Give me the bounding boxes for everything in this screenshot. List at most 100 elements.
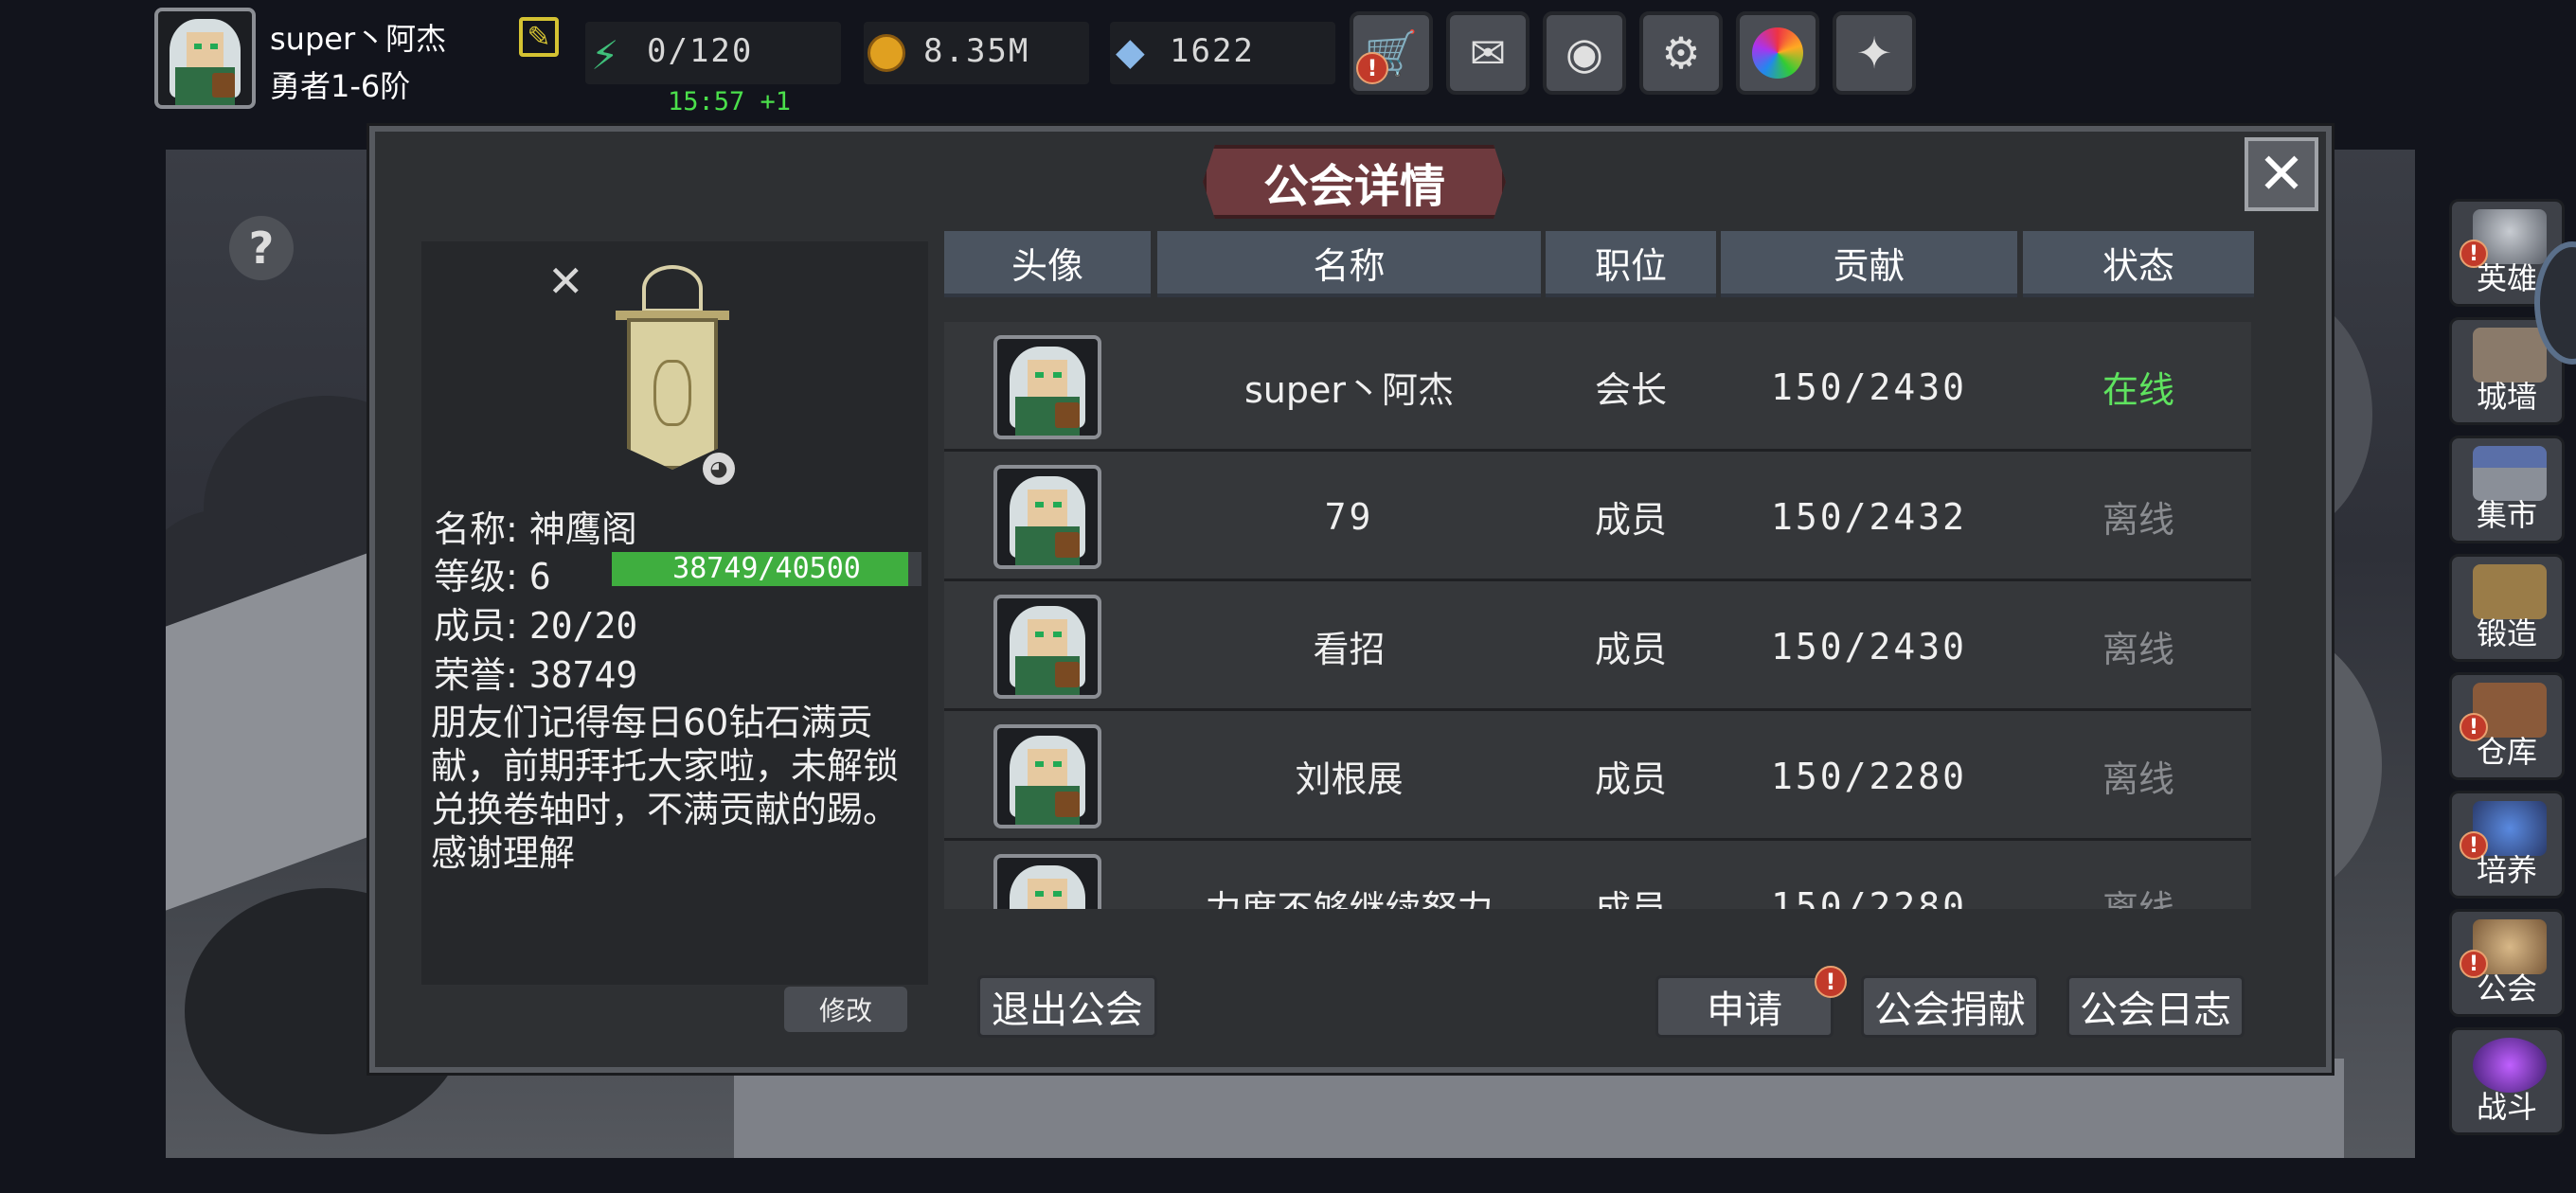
member-row[interactable]: 力度不够继续努力 成员 150/2280 离线	[944, 841, 2251, 909]
player-name: super丶阿杰	[270, 21, 447, 57]
leave-guild-button[interactable]: 退出公会	[977, 975, 1157, 1038]
guild-honor-label: 荣誉:	[434, 654, 518, 696]
edit-notice-button[interactable]: 修改	[784, 987, 907, 1032]
elf-portrait-icon	[997, 858, 1098, 909]
member-row[interactable]: 刘根展 成员 150/2280 离线	[944, 711, 2251, 841]
member-row[interactable]: 79 成员 150/2432 离线	[944, 452, 2251, 581]
side-menu-label: 锻造	[2476, 615, 2537, 651]
mail-icon: ✉	[1469, 27, 1507, 79]
guild-exp-text: 38749/40500	[672, 552, 861, 585]
guild-members-line: 成员: 20/20	[434, 596, 637, 649]
change-emblem-icon[interactable]: ◕	[703, 453, 735, 485]
side-menu-market[interactable]: 集市	[2449, 436, 2565, 543]
header-contribution: 贡献	[1721, 231, 2017, 297]
guild-honor-value: 38749	[528, 654, 638, 696]
guild-honor-line: 荣誉: 38749	[434, 646, 637, 698]
help-button[interactable]: ?	[229, 216, 294, 280]
member-name: 刘根展	[1295, 758, 1404, 800]
edit-name-icon[interactable]: ✎	[519, 17, 559, 57]
member-status: 离线	[2102, 758, 2174, 800]
settings-button[interactable]: ⚙	[1639, 11, 1723, 95]
member-contribution: 150/2280	[1770, 755, 1968, 797]
member-row[interactable]: 看招 成员 150/2430 离线	[944, 581, 2251, 711]
shop-button[interactable]: 🛒	[1350, 11, 1433, 95]
side-menu-label: 公会	[2476, 970, 2537, 1006]
guild-members-value: 20/20	[528, 605, 638, 647]
member-contribution: 150/2430	[1770, 625, 1968, 668]
mail-button[interactable]: ✉	[1446, 11, 1530, 95]
header-position: 职位	[1546, 231, 1716, 297]
side-menu-label: 战斗	[2476, 1089, 2537, 1125]
member-name: super丶阿杰	[1243, 369, 1454, 411]
gold-coin-icon	[868, 34, 905, 72]
side-menu-label: 仓库	[2476, 734, 2537, 770]
diamond-value: 1622	[1170, 32, 1255, 70]
side-menu-battle[interactable]: 战斗	[2449, 1027, 2565, 1135]
member-avatar[interactable]	[993, 595, 1101, 699]
member-role: 会长	[1594, 369, 1667, 411]
fireworks-button[interactable]: ✦	[1833, 11, 1916, 95]
member-role: 成员	[1594, 888, 1667, 909]
member-avatar[interactable]	[993, 465, 1101, 569]
side-menu-warehouse[interactable]: ! 仓库	[2449, 672, 2565, 780]
member-contribution: 150/2432	[1770, 495, 1968, 538]
elf-portrait-icon	[997, 469, 1098, 565]
side-menu-label: 培养	[2476, 852, 2537, 888]
side-menu-train[interactable]: ! 培养	[2449, 791, 2565, 899]
header-avatar: 头像	[944, 231, 1151, 297]
energy-value: 0/120	[647, 32, 754, 70]
gamepad-button[interactable]: ◉	[1543, 11, 1626, 95]
applications-alert-badge: !	[1815, 966, 1847, 998]
member-role: 成员	[1594, 629, 1667, 670]
member-avatar[interactable]	[993, 724, 1101, 828]
member-avatar[interactable]	[993, 335, 1101, 439]
snowy-ground	[734, 1059, 2344, 1158]
modal-title: 公会详情	[1262, 160, 1445, 213]
side-menu-label: 城墙	[2476, 379, 2537, 415]
member-avatar[interactable]	[993, 854, 1101, 909]
member-role: 成员	[1594, 499, 1667, 541]
guild-name-line: 名称: 神鹰阁	[434, 500, 637, 552]
fireworks-icon: ✦	[1855, 27, 1893, 79]
gear-icon: ⚙	[1661, 27, 1701, 79]
guild-level-value: 6	[528, 556, 551, 597]
guild-log-button[interactable]: 公会日志	[2066, 975, 2245, 1038]
member-contribution: 150/2430	[1770, 365, 1968, 408]
member-contribution: 150/2280	[1770, 884, 1968, 910]
diamond-icon: ◆	[1116, 30, 1145, 74]
elf-portrait-icon	[997, 598, 1098, 695]
gold-value: 8.35M	[923, 32, 1030, 70]
close-modal-button[interactable]: ✕	[2245, 137, 2318, 211]
guild-donate-button[interactable]: 公会捐献	[1861, 975, 2039, 1038]
member-status: 离线	[2102, 499, 2174, 541]
shop-alert-badge: !	[1356, 52, 1388, 84]
applications-button[interactable]: 申请	[1655, 975, 1834, 1038]
member-name: 看招	[1313, 629, 1386, 670]
guild-members-label: 成员:	[434, 605, 518, 647]
guild-name-value: 神鹰阁	[528, 508, 637, 550]
guild-banner-emblem	[606, 265, 739, 483]
player-avatar[interactable]	[154, 8, 256, 109]
energy-timer: 15:57 +1	[668, 87, 792, 116]
side-menu-label: 集市	[2476, 497, 2537, 533]
gamepad-icon: ◉	[1565, 27, 1604, 79]
side-menu-forge[interactable]: 锻造	[2449, 554, 2565, 662]
guild-panel-close-icon[interactable]: ✕	[547, 256, 584, 307]
gacha-button[interactable]	[1736, 11, 1819, 95]
member-name: 力度不够继续努力	[1205, 888, 1494, 909]
guild-level-label: 等级:	[434, 556, 518, 597]
member-status: 在线	[2102, 369, 2174, 411]
player-rank: 勇者1-6阶	[270, 68, 411, 104]
guild-notice-text: 朋友们记得每日60钻石满贡献，前期拜托大家啦，未解锁兑换卷轴时，不满贡献的踢。感…	[431, 702, 900, 874]
member-status: 离线	[2102, 888, 2174, 909]
member-name: 79	[1324, 495, 1374, 538]
member-row[interactable]: super丶阿杰 会长 150/2430 在线	[944, 322, 2251, 452]
top-bar: super丶阿杰 勇者1-6阶 ✎ ⚡ 0/120 15:57 +1 8.35M…	[0, 0, 2576, 128]
guild-name-label: 名称:	[434, 508, 518, 550]
aperture-icon	[1752, 27, 1803, 79]
side-menu-guild[interactable]: ! 公会	[2449, 909, 2565, 1017]
member-role: 成员	[1594, 758, 1667, 800]
elf-portrait-icon	[158, 11, 252, 105]
member-list[interactable]: super丶阿杰 会长 150/2430 在线 79 成员 150/2432 离…	[944, 322, 2251, 909]
elf-portrait-icon	[997, 728, 1098, 825]
